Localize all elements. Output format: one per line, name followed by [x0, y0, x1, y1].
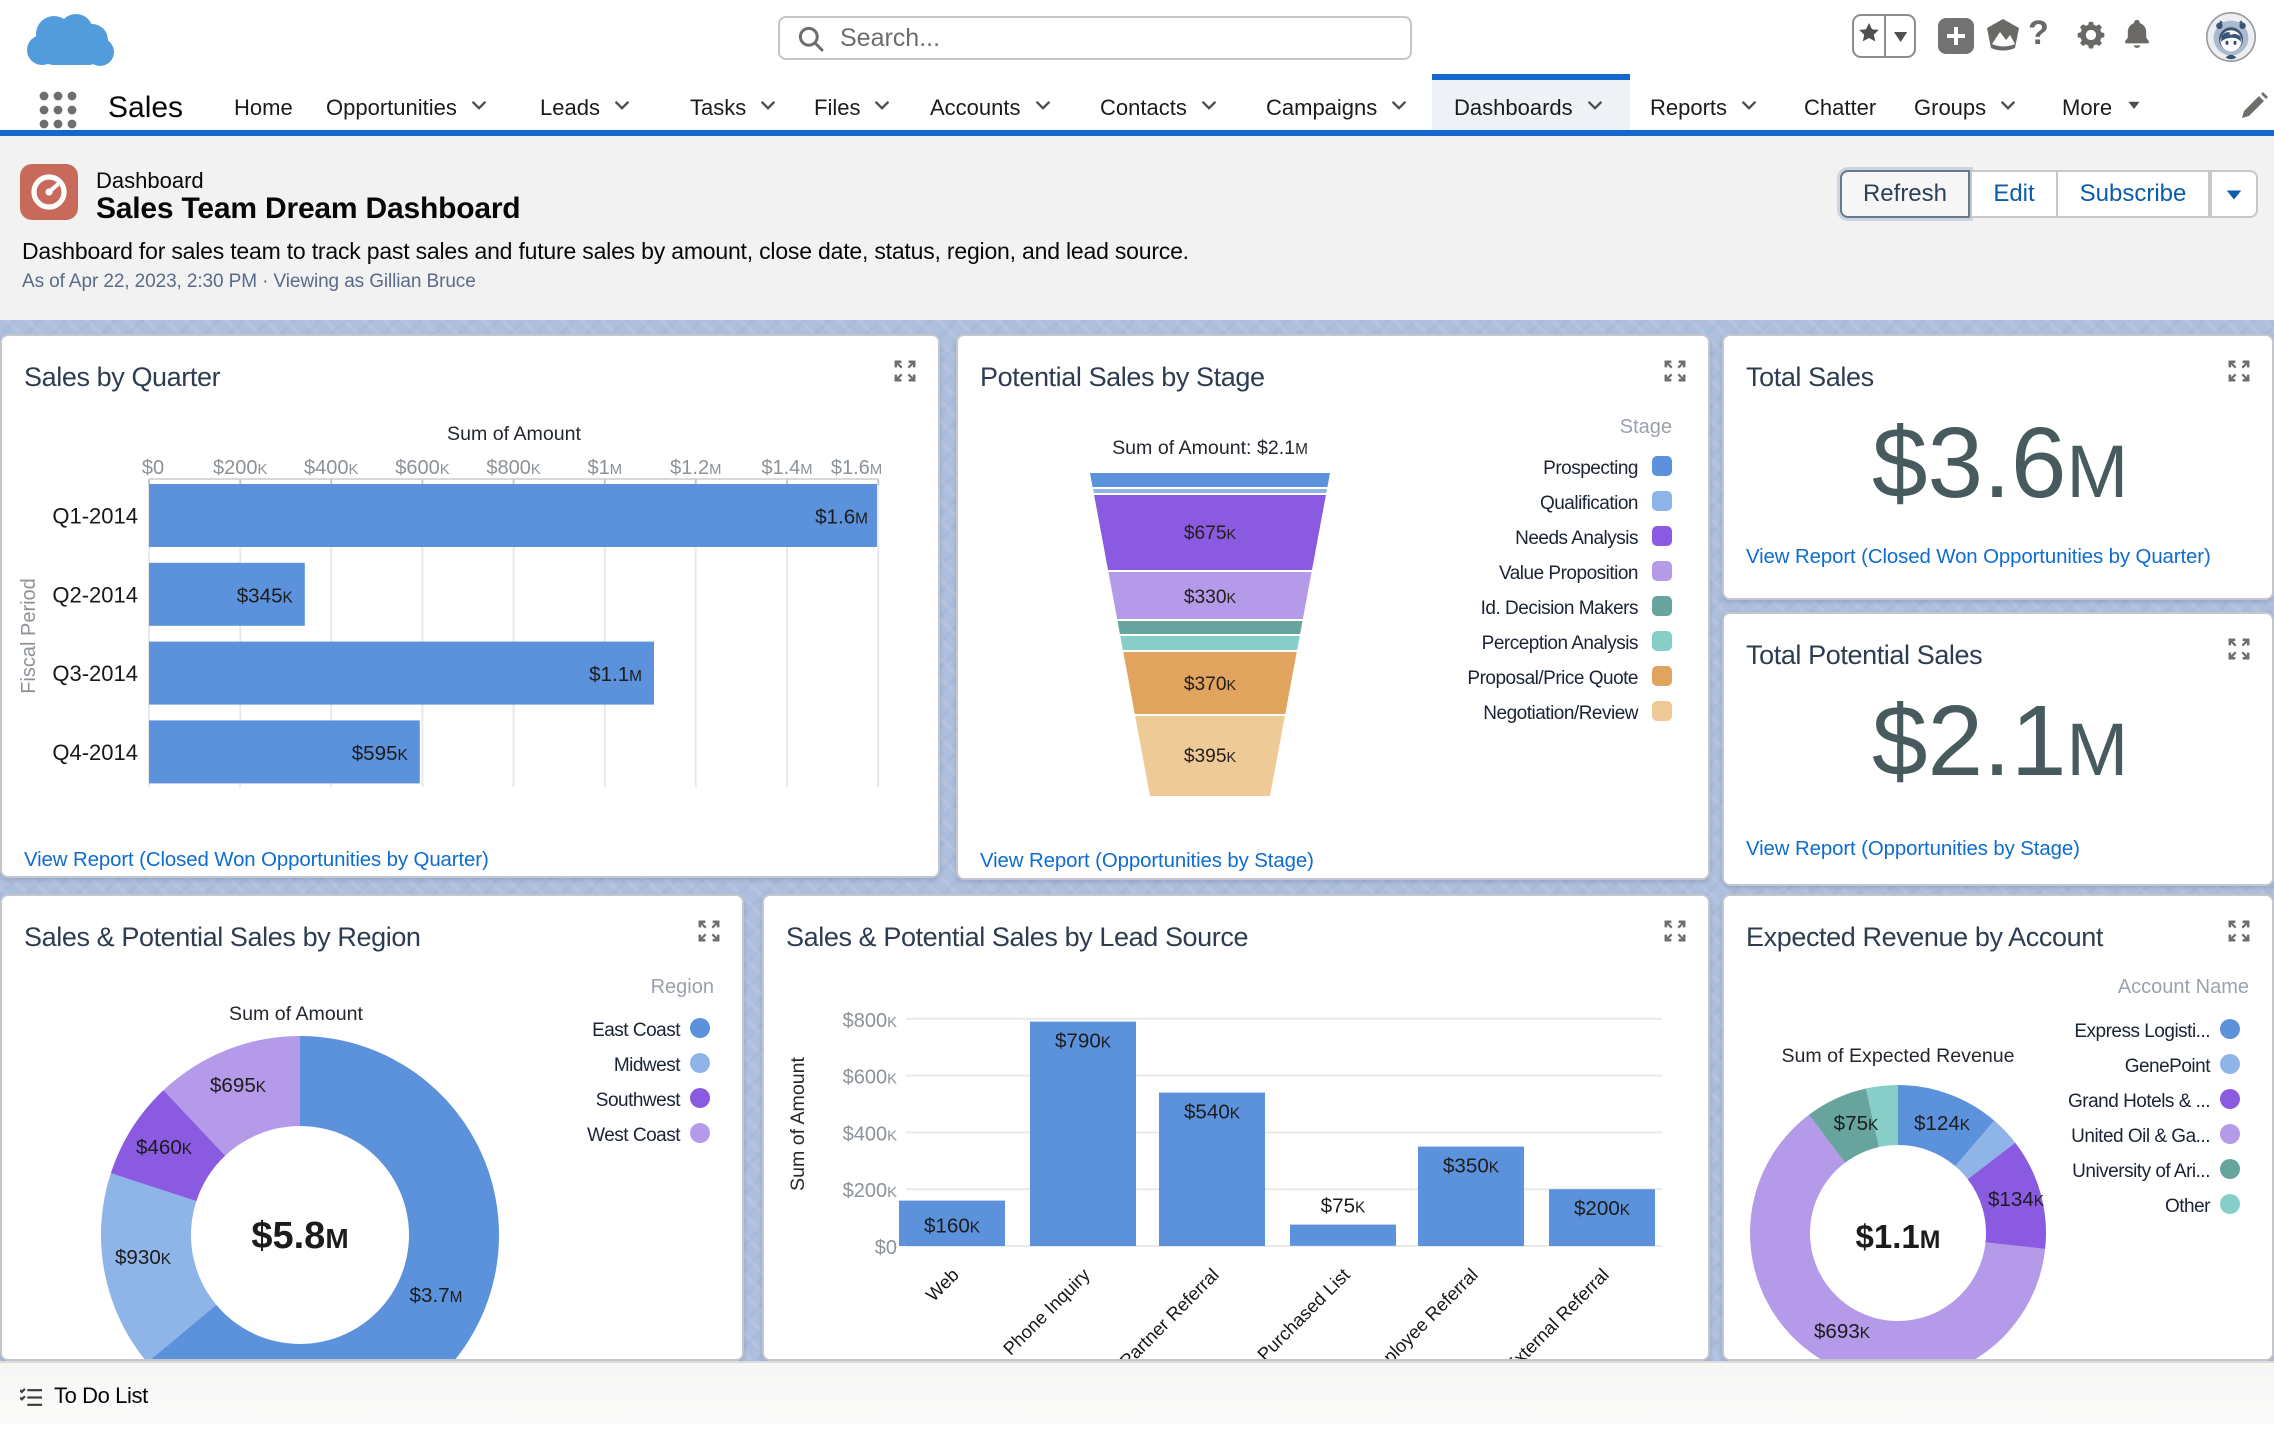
- svg-text:$600K: $600K: [843, 1067, 898, 1089]
- svg-text:West Coast: West Coast: [587, 1125, 681, 1146]
- svg-text:Q4-2014: Q4-2014: [52, 740, 138, 765]
- svg-text:Region: Region: [651, 976, 714, 998]
- svg-text:Prospecting: Prospecting: [1543, 458, 1638, 479]
- svg-text:Perception Analysis: Perception Analysis: [1482, 633, 1638, 654]
- svg-text:Sum of Amount: Sum of Amount: [787, 1056, 809, 1191]
- svg-text:Value Proposition: Value Proposition: [1499, 563, 1638, 584]
- svg-text:Needs Analysis: Needs Analysis: [1515, 528, 1638, 549]
- svg-text:Sum of Expected Revenue: Sum of Expected Revenue: [1781, 1045, 2014, 1067]
- svg-text:Stage: Stage: [1620, 416, 1672, 438]
- svg-text:Phone Inquiry: Phone Inquiry: [999, 1263, 1095, 1359]
- svg-text:Sum of Amount: $2.1M: Sum of Amount: $2.1M: [1112, 437, 1308, 459]
- svg-text:United Oil & Ga...: United Oil & Ga...: [2071, 1126, 2210, 1147]
- svg-text:$600K: $600K: [395, 457, 450, 479]
- svg-text:GenePoint: GenePoint: [2125, 1056, 2212, 1077]
- svg-text:$1.4M: $1.4M: [761, 457, 812, 479]
- svg-text:Web: Web: [921, 1264, 962, 1305]
- svg-text:$800K: $800K: [843, 1010, 898, 1032]
- svg-text:Sum of Amount: Sum of Amount: [447, 423, 582, 445]
- svg-text:$800K: $800K: [486, 457, 540, 479]
- svg-text:$370K: $370K: [1184, 674, 1237, 695]
- svg-text:Grand Hotels & ...: Grand Hotels & ...: [2068, 1091, 2210, 1112]
- svg-text:$400K: $400K: [304, 457, 359, 479]
- svg-text:University of Ari...: University of Ari...: [2072, 1161, 2210, 1182]
- svg-text:$200K: $200K: [213, 457, 268, 479]
- svg-text:$1.2M: $1.2M: [670, 457, 721, 479]
- svg-text:Southwest: Southwest: [596, 1090, 681, 1111]
- svg-text:Qualification: Qualification: [1540, 493, 1638, 514]
- svg-text:Express Logisti...: Express Logisti...: [2074, 1021, 2210, 1042]
- svg-text:Proposal/Price Quote: Proposal/Price Quote: [1467, 668, 1638, 689]
- svg-text:$75K: $75K: [1321, 1195, 1366, 1218]
- svg-text:Employee Referral: Employee Referral: [1359, 1264, 1482, 1361]
- svg-text:$1.6M: $1.6M: [831, 457, 882, 479]
- svg-text:Purchased List: Purchased List: [1253, 1264, 1354, 1361]
- svg-text:East Coast: East Coast: [592, 1020, 681, 1041]
- svg-text:$1M: $1M: [588, 457, 623, 479]
- svg-text:$675K: $675K: [1184, 523, 1237, 544]
- svg-text:$400K: $400K: [843, 1123, 898, 1145]
- svg-text:Q2-2014: Q2-2014: [52, 582, 138, 607]
- svg-text:Q1-2014: Q1-2014: [52, 504, 138, 529]
- svg-text:$0: $0: [142, 457, 164, 479]
- svg-text:Partner Referral: Partner Referral: [1115, 1264, 1222, 1361]
- svg-text:$5.8M: $5.8M: [251, 1215, 348, 1257]
- svg-text:$200K: $200K: [843, 1180, 898, 1202]
- svg-text:Account Name: Account Name: [2118, 976, 2249, 998]
- svg-text:$1.1M: $1.1M: [1856, 1218, 1941, 1255]
- svg-text:Sum of Amount: Sum of Amount: [229, 1003, 364, 1025]
- svg-text:$395K: $395K: [1184, 746, 1237, 767]
- svg-text:Q3-2014: Q3-2014: [52, 661, 138, 686]
- svg-text:Negotiation/Review: Negotiation/Review: [1483, 703, 1638, 724]
- svg-text:$0: $0: [875, 1237, 897, 1259]
- svg-text:Fiscal Period: Fiscal Period: [18, 578, 40, 694]
- svg-text:Other: Other: [2165, 1196, 2211, 1217]
- svg-text:External Referral: External Referral: [1500, 1264, 1612, 1361]
- svg-text:$330K: $330K: [1184, 587, 1237, 608]
- svg-text:Midwest: Midwest: [614, 1055, 681, 1076]
- svg-text:Id. Decision Makers: Id. Decision Makers: [1481, 598, 1638, 619]
